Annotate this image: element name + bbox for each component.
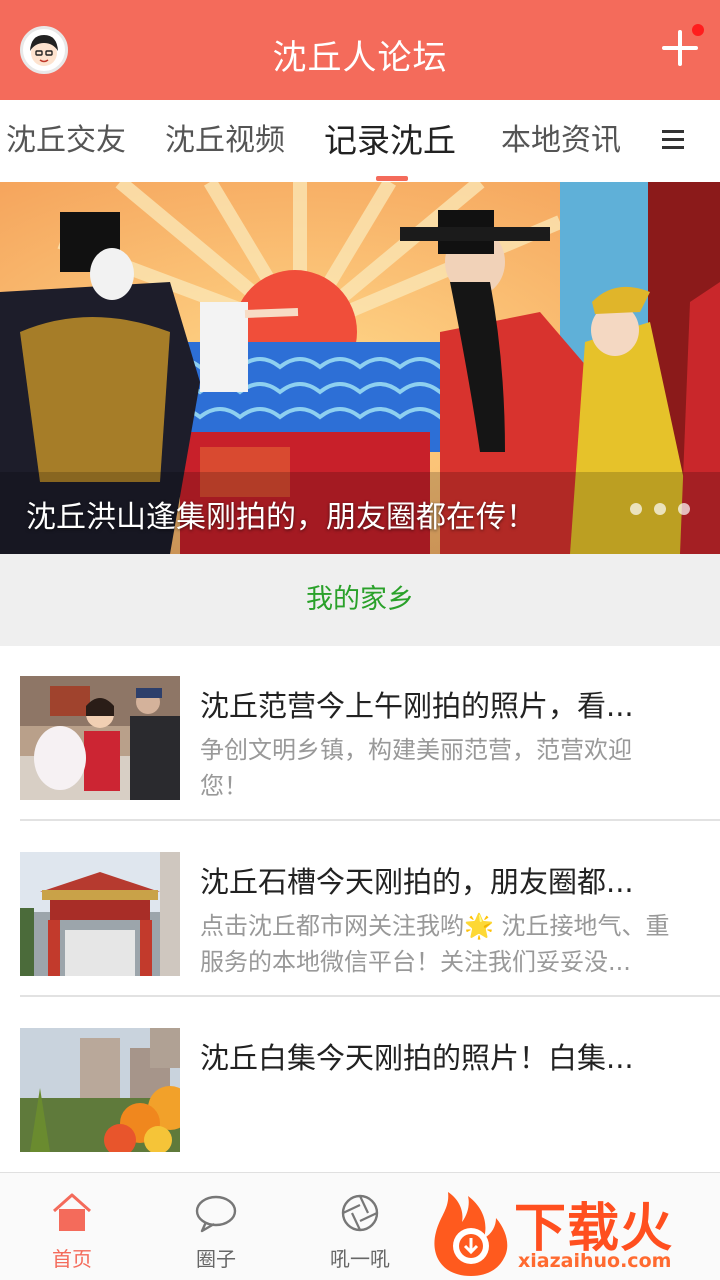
article-description: 争创文明乡镇，构建美丽范营，范营欢迎您！	[200, 736, 632, 800]
carousel-dot[interactable]	[630, 503, 642, 515]
notification-dot	[692, 24, 704, 36]
flame-logo-icon	[434, 1192, 508, 1276]
app-header: 沈丘人论坛	[0, 0, 720, 100]
hamburger-icon[interactable]	[662, 128, 684, 152]
app-title: 沈丘人论坛	[272, 38, 448, 78]
article-text: 沈丘范营今上午刚拍的照片，看... 争创文明乡镇，构建美丽范营，范营欢迎您！	[200, 686, 670, 804]
article-title[interactable]: 沈丘范营今上午刚拍的照片，看...	[200, 686, 670, 726]
nav-circle[interactable]: 圈子	[144, 1173, 288, 1280]
article-title[interactable]: 沈丘石槽今天刚拍的，朋友圈都...	[200, 862, 670, 902]
list-item[interactable]: 沈丘范营今上午刚拍的照片，看... 争创文明乡镇，构建美丽范营，范营欢迎您！	[0, 646, 720, 821]
aperture-icon	[341, 1194, 379, 1232]
article-thumbnail	[20, 852, 180, 976]
tab-shenqiu-video[interactable]: 沈丘视频	[165, 100, 285, 182]
banner-caption: 沈丘洪山逢集刚拍的，朋友圈都在传！	[26, 500, 536, 535]
banner-carousel[interactable]: 沈丘洪山逢集刚拍的，朋友圈都在传！	[0, 182, 720, 554]
nav-home[interactable]: 首页	[0, 1173, 144, 1280]
chat-bubble-icon	[195, 1195, 237, 1233]
article-thumbnail	[20, 676, 180, 800]
nav-label: 吼一吼	[330, 1247, 390, 1271]
tab-local-news[interactable]: 本地资讯	[501, 100, 621, 182]
article-description: 点击沈丘都市网关注我哟🌟 沈丘接地气、重服务的本地微信平台！关注我们妥妥没...	[200, 912, 670, 976]
home-icon	[53, 1193, 91, 1231]
tab-record-shenqiu[interactable]: 记录沈丘	[324, 100, 456, 182]
list-item[interactable]: 沈丘石槽今天刚拍的，朋友圈都... 点击沈丘都市网关注我哟🌟 沈丘接地气、重服务…	[0, 822, 720, 997]
watermark-logo: 下载火 xiazaihuo.com	[426, 1186, 720, 1280]
carousel-dot[interactable]	[678, 503, 690, 515]
article-text: 沈丘白集今天刚拍的照片！白集...	[200, 1038, 670, 1084]
watermark-url: xiazaihuo.com	[518, 1250, 672, 1272]
list-item[interactable]: 沈丘白集今天刚拍的照片！白集...	[0, 998, 720, 1173]
list-divider	[20, 995, 720, 997]
app-screen: 沈丘人论坛 沈丘交友 沈丘视频 记录沈丘 本地资讯 沈丘洪山逢集刚拍的，朋友圈都…	[0, 0, 720, 1280]
active-tab-indicator	[376, 176, 408, 181]
nav-label: 圈子	[196, 1247, 236, 1271]
nav-label: 首页	[52, 1247, 92, 1271]
article-title[interactable]: 沈丘白集今天刚拍的照片！白集...	[200, 1038, 670, 1078]
article-text: 沈丘石槽今天刚拍的，朋友圈都... 点击沈丘都市网关注我哟🌟 沈丘接地气、重服务…	[200, 862, 670, 980]
section-title: 我的家乡	[0, 554, 720, 646]
nav-shout[interactable]: 吼一吼	[288, 1173, 432, 1280]
article-thumbnail	[20, 1028, 180, 1152]
list-divider	[20, 819, 720, 821]
carousel-dot[interactable]	[654, 503, 666, 515]
tab-shenqiu-dating[interactable]: 沈丘交友	[6, 100, 126, 182]
category-tabs: 沈丘交友 沈丘视频 记录沈丘 本地资讯	[0, 100, 720, 182]
